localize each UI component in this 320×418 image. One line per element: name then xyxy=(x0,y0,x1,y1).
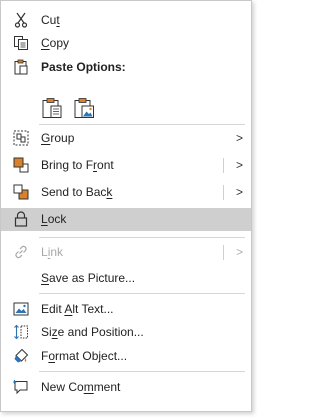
menu-item-label: Group xyxy=(41,131,75,145)
submenu-arrow-icon[interactable]: > xyxy=(236,181,243,204)
new-comment-icon xyxy=(13,379,29,395)
split-separator xyxy=(223,185,224,200)
menu-item-cut[interactable]: Cut xyxy=(1,9,251,32)
group-icon xyxy=(13,130,29,146)
menu-item-label: Format Object... xyxy=(41,349,128,363)
menu-item-label: Link xyxy=(41,245,64,259)
menu-item-send-to-back[interactable]: Send to Back > xyxy=(1,181,251,204)
copy-icon xyxy=(13,35,29,51)
format-object-icon xyxy=(13,348,29,364)
bring-to-front-icon xyxy=(13,157,29,173)
split-separator xyxy=(223,158,224,173)
submenu-arrow-icon[interactable]: > xyxy=(236,154,243,177)
menu-separator xyxy=(39,124,245,125)
menu-separator xyxy=(39,371,245,372)
menu-item-copy[interactable]: Copy xyxy=(1,32,251,55)
scissors-icon xyxy=(13,12,29,28)
lock-icon xyxy=(13,211,29,227)
link-icon xyxy=(13,244,29,260)
paste-options-row xyxy=(39,96,97,124)
alt-text-icon xyxy=(13,301,29,317)
menu-item-label: Edit Alt Text... xyxy=(41,302,114,316)
menu-item-format-object[interactable]: Format Object... xyxy=(1,345,251,368)
menu-separator xyxy=(39,293,245,294)
menu-item-label: New Comment xyxy=(41,380,121,394)
paste-as-picture-button[interactable] xyxy=(71,96,97,122)
paste-picture-icon xyxy=(73,97,95,122)
paste-options-label: Paste Options: xyxy=(41,60,126,74)
submenu-arrow-icon: > xyxy=(235,131,243,145)
paste-keep-formatting-button[interactable] xyxy=(39,96,65,122)
menu-item-edit-alt-text[interactable]: Edit Alt Text... xyxy=(1,298,251,321)
clipboard-icon xyxy=(13,59,29,75)
menu-item-label: Size and Position... xyxy=(41,325,144,339)
menu-item-link[interactable]: Link > xyxy=(1,241,251,264)
menu-item-label: Lock xyxy=(41,212,67,226)
send-to-back-icon xyxy=(13,184,29,200)
menu-item-label: Send to Back xyxy=(41,185,113,199)
menu-item-bring-to-front[interactable]: Bring to Front > xyxy=(1,154,251,177)
submenu-arrow-icon: > xyxy=(235,245,243,259)
context-menu: Cut Copy Paste Options: Group > Bring to… xyxy=(0,0,252,412)
menu-item-label: Save as Picture... xyxy=(41,271,136,285)
menu-item-label: Copy xyxy=(41,36,70,50)
paste-keep-formatting-icon xyxy=(41,97,63,122)
paste-options-header: Paste Options: xyxy=(1,56,251,79)
menu-item-save-as-picture[interactable]: Save as Picture... xyxy=(1,267,251,290)
menu-item-size-and-position[interactable]: Size and Position... xyxy=(1,321,251,344)
size-position-icon xyxy=(13,324,29,340)
split-separator xyxy=(223,245,224,260)
menu-item-lock[interactable]: Lock xyxy=(1,208,251,231)
menu-item-label: Cut xyxy=(41,13,60,27)
menu-item-group[interactable]: Group > xyxy=(1,127,251,150)
menu-item-label: Bring to Front xyxy=(41,158,114,172)
menu-separator xyxy=(39,237,245,238)
menu-item-new-comment[interactable]: New Comment xyxy=(1,376,251,399)
